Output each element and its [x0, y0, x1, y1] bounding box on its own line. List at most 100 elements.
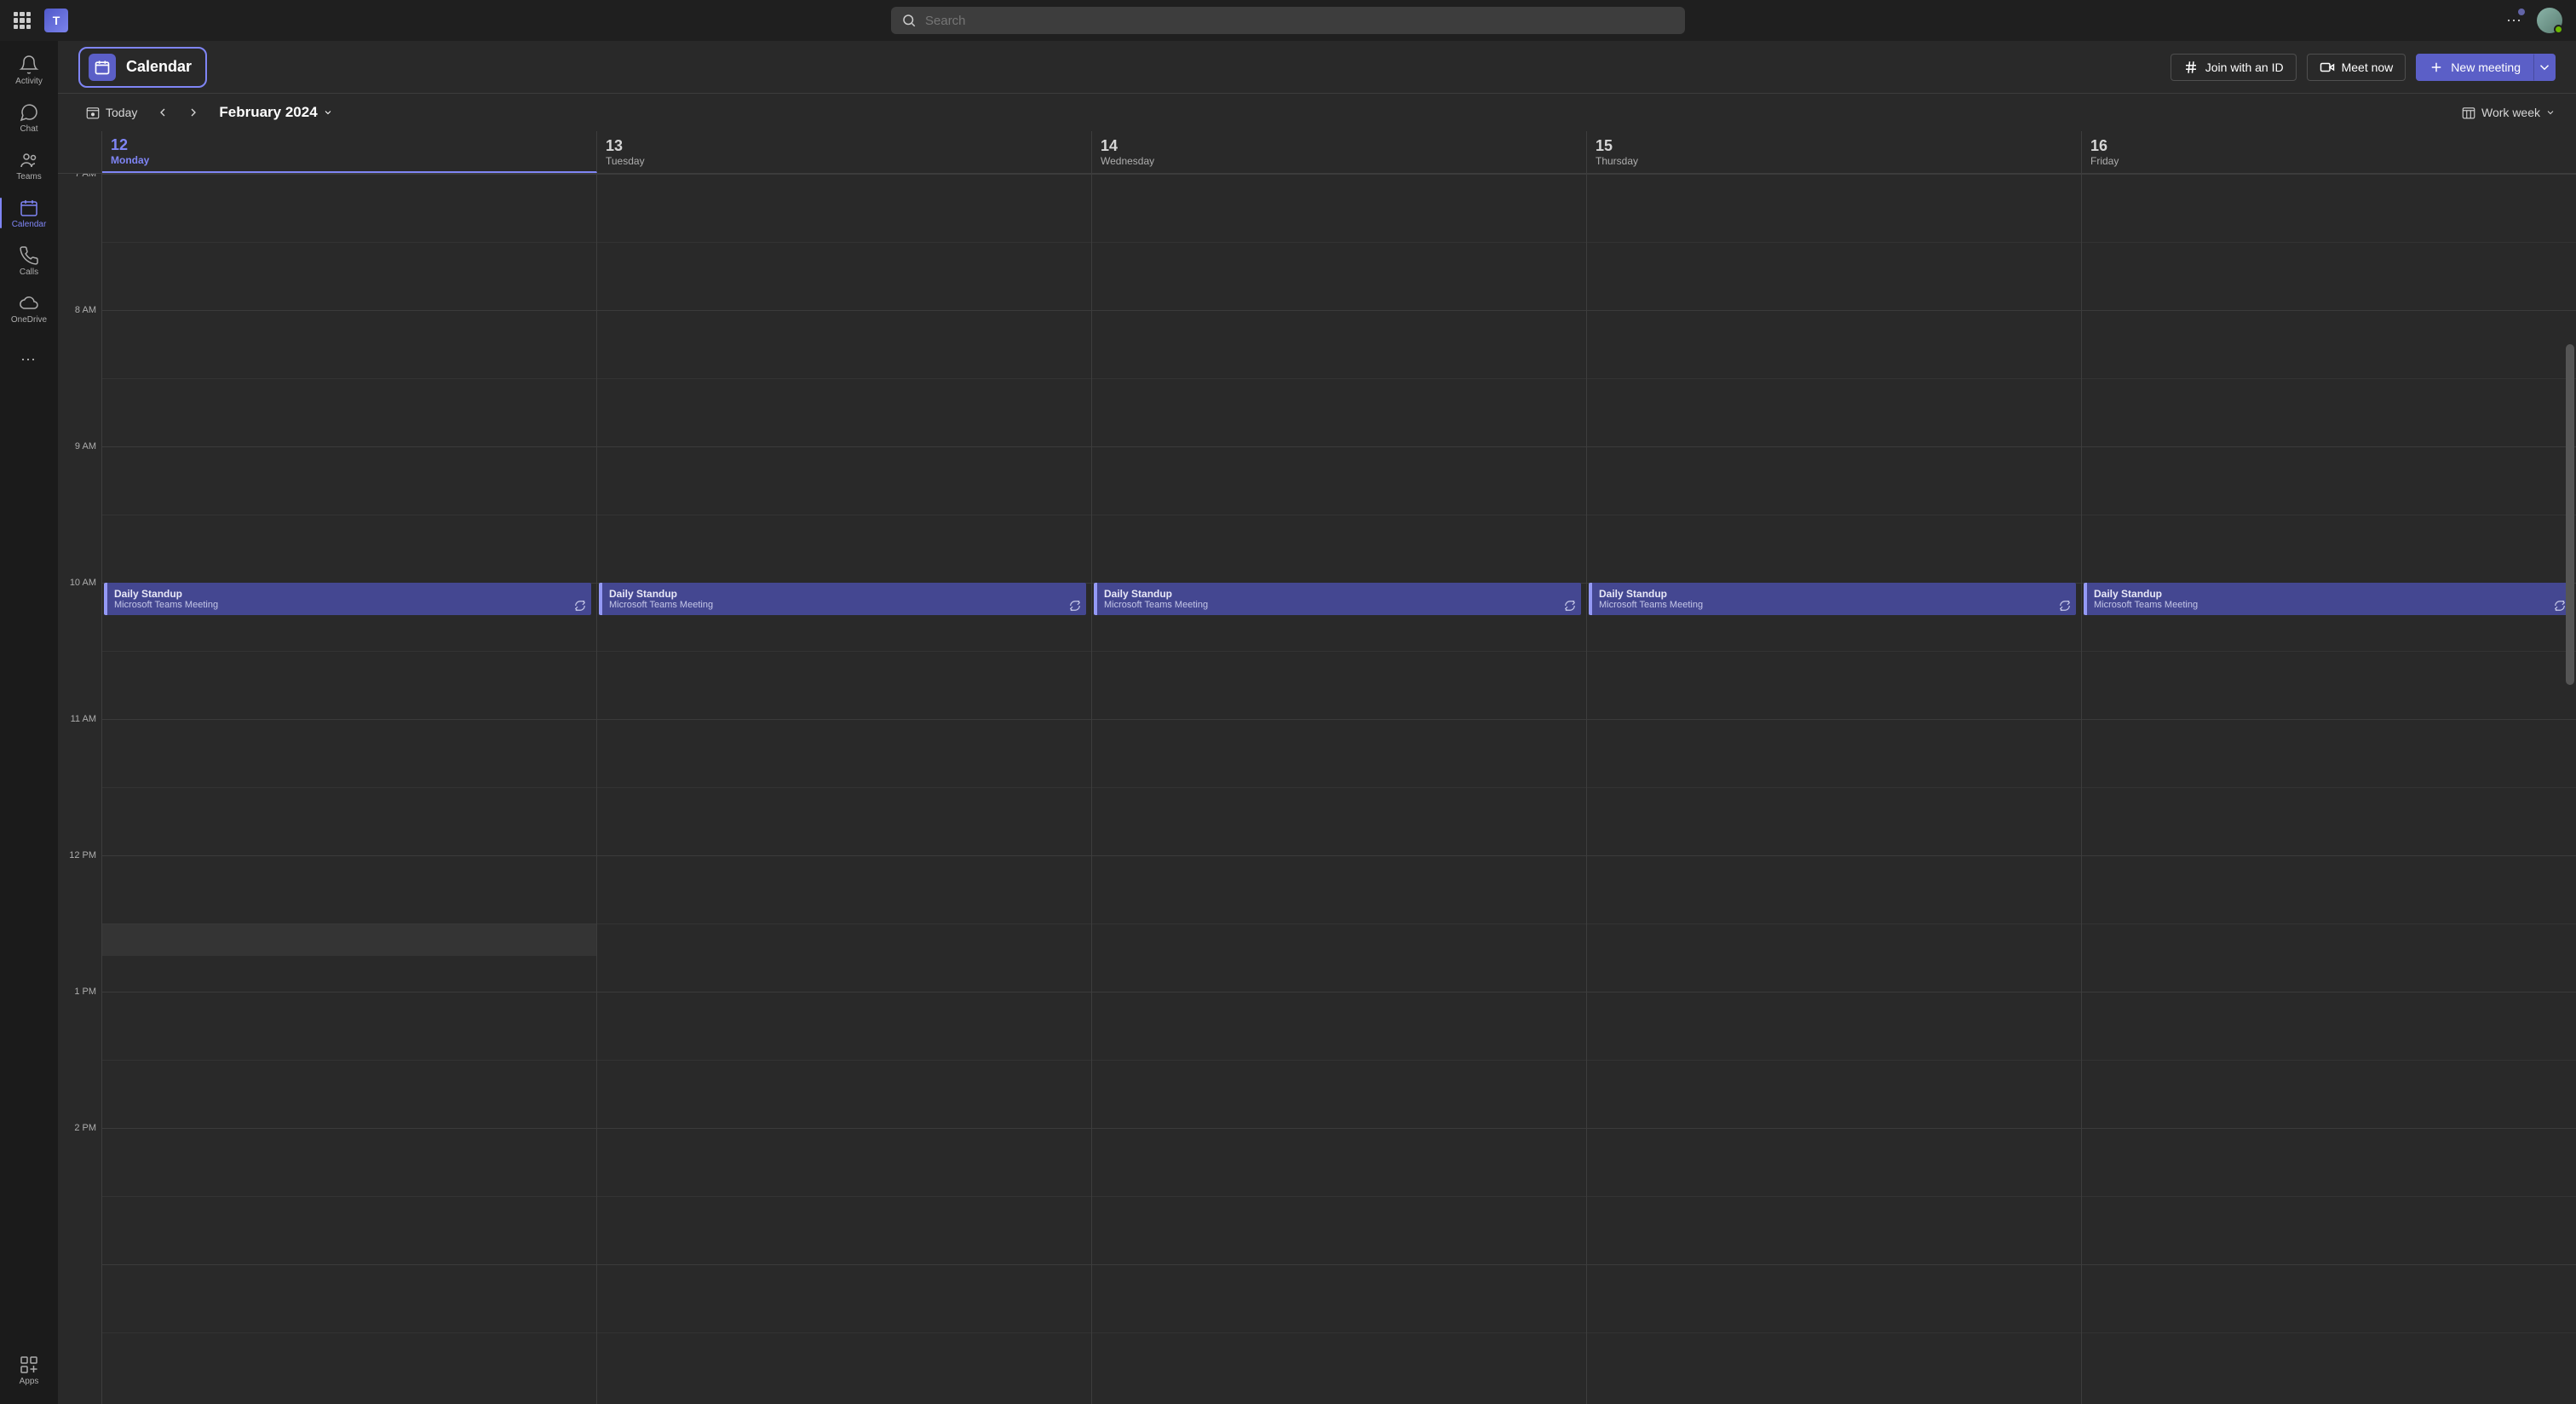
search-icon	[901, 13, 917, 28]
day-number: 16	[2090, 137, 2567, 155]
more-icon: ⋯	[20, 351, 37, 369]
plus-icon	[2429, 60, 2444, 75]
teams-logo-icon: T	[44, 9, 68, 32]
time-label: 9 AM	[75, 441, 96, 452]
calendar-event[interactable]: Daily StandupMicrosoft Teams Meeting	[104, 583, 591, 615]
more-options-icon[interactable]: ⋯	[2506, 12, 2523, 30]
rail-label: Teams	[16, 172, 41, 181]
view-switcher[interactable]: Work week	[2461, 105, 2556, 120]
calendar-event[interactable]: Daily StandupMicrosoft Teams Meeting	[1094, 583, 1581, 615]
rail-calls[interactable]: Calls	[0, 237, 58, 285]
search-input[interactable]	[925, 14, 1675, 28]
day-column[interactable]: Daily StandupMicrosoft Teams Meeting	[597, 174, 1092, 1404]
recurring-icon	[1564, 600, 1576, 612]
event-title: Daily Standup	[1599, 588, 2069, 600]
day-header[interactable]: 13Tuesday	[597, 131, 1092, 173]
rail-calendar[interactable]: Calendar	[0, 189, 58, 237]
app-rail: Activity Chat Teams Calendar Calls OneDr…	[0, 41, 58, 1404]
day-header[interactable]: 14Wednesday	[1092, 131, 1587, 173]
day-column[interactable]: Daily StandupMicrosoft Teams Meeting	[102, 174, 597, 1404]
time-label: 8 AM	[75, 305, 96, 315]
search-box[interactable]	[891, 7, 1685, 34]
recurring-icon	[574, 600, 586, 612]
chat-icon	[19, 102, 39, 123]
day-name: Wednesday	[1101, 155, 1578, 167]
day-number: 12	[111, 136, 588, 154]
rail-label: OneDrive	[11, 315, 47, 325]
rail-chat[interactable]: Chat	[0, 94, 58, 141]
presence-available-icon	[2554, 25, 2563, 34]
day-column[interactable]: Daily StandupMicrosoft Teams Meeting	[1092, 174, 1587, 1404]
day-number: 13	[606, 137, 1083, 155]
recurring-icon	[2554, 600, 2566, 612]
next-week-button[interactable]	[181, 101, 205, 124]
page-title-chip: Calendar	[78, 47, 207, 88]
time-label: 2 PM	[74, 1123, 96, 1133]
event-title: Daily Standup	[114, 588, 584, 600]
notification-dot-icon	[2518, 9, 2525, 15]
chevron-left-icon	[156, 106, 170, 119]
join-with-id-button[interactable]: Join with an ID	[2171, 54, 2297, 81]
event-subtitle: Microsoft Teams Meeting	[1599, 600, 2069, 610]
button-label: Today	[106, 106, 137, 119]
scrollbar[interactable]	[2566, 344, 2574, 685]
calendar-event[interactable]: Daily StandupMicrosoft Teams Meeting	[1589, 583, 2076, 615]
waffle-icon	[14, 12, 31, 29]
calendar-view-icon	[2461, 105, 2476, 120]
apps-icon	[19, 1355, 39, 1375]
rail-label: Activity	[15, 77, 43, 86]
event-title: Daily Standup	[609, 588, 1079, 600]
recurring-icon	[1069, 600, 1081, 612]
calendar-icon	[19, 198, 39, 218]
time-label: 1 PM	[74, 987, 96, 997]
rail-onedrive[interactable]: OneDrive	[0, 285, 58, 332]
day-header[interactable]: 15Thursday	[1587, 131, 2082, 173]
time-label: 7 AM	[75, 174, 96, 179]
hash-icon	[2183, 60, 2199, 75]
calendar-today-icon	[85, 105, 101, 120]
rail-label: Calls	[20, 268, 38, 277]
rail-apps[interactable]: Apps	[0, 1346, 58, 1394]
rail-teams[interactable]: Teams	[0, 141, 58, 189]
calendar-app-icon	[89, 54, 116, 81]
chevron-right-icon	[187, 106, 200, 119]
calendar-event[interactable]: Daily StandupMicrosoft Teams Meeting	[599, 583, 1086, 615]
event-title: Daily Standup	[1104, 588, 1574, 600]
day-name: Tuesday	[606, 155, 1083, 167]
new-meeting-dropdown[interactable]	[2533, 54, 2556, 81]
time-label: 10 AM	[70, 578, 96, 588]
new-meeting-button[interactable]: New meeting	[2416, 54, 2533, 81]
button-label: Join with an ID	[2205, 60, 2284, 74]
recurring-icon	[2059, 600, 2071, 612]
month-picker[interactable]: February 2024	[219, 104, 332, 121]
prev-week-button[interactable]	[151, 101, 175, 124]
bell-icon	[19, 55, 39, 75]
current-time-indicator	[102, 924, 596, 956]
day-column[interactable]: Daily StandupMicrosoft Teams Meeting	[2082, 174, 2576, 1404]
month-label: February 2024	[219, 104, 317, 121]
avatar[interactable]	[2537, 8, 2562, 33]
event-title: Daily Standup	[2094, 588, 2564, 600]
phone-icon	[19, 245, 39, 266]
day-column[interactable]: Daily StandupMicrosoft Teams Meeting	[1587, 174, 2082, 1404]
rail-label: Calendar	[12, 220, 47, 229]
day-header[interactable]: 12Monday	[102, 131, 597, 173]
chevron-down-icon	[323, 107, 333, 118]
event-subtitle: Microsoft Teams Meeting	[609, 600, 1079, 610]
rail-label: Chat	[20, 124, 37, 134]
calendar-event[interactable]: Daily StandupMicrosoft Teams Meeting	[2084, 583, 2571, 615]
day-header[interactable]: 16Friday	[2082, 131, 2576, 173]
time-label: 12 PM	[69, 850, 96, 860]
rail-more[interactable]: ⋯	[0, 336, 58, 383]
app-launcher[interactable]	[14, 12, 31, 29]
time-label: 11 AM	[71, 714, 96, 724]
video-icon	[2320, 60, 2335, 75]
meet-now-button[interactable]: Meet now	[2307, 54, 2406, 81]
event-subtitle: Microsoft Teams Meeting	[114, 600, 584, 610]
today-button[interactable]: Today	[78, 101, 144, 124]
event-subtitle: Microsoft Teams Meeting	[2094, 600, 2564, 610]
rail-activity[interactable]: Activity	[0, 46, 58, 94]
day-number: 15	[1596, 137, 2073, 155]
day-name: Monday	[111, 154, 588, 166]
chevron-down-icon	[2545, 107, 2556, 118]
